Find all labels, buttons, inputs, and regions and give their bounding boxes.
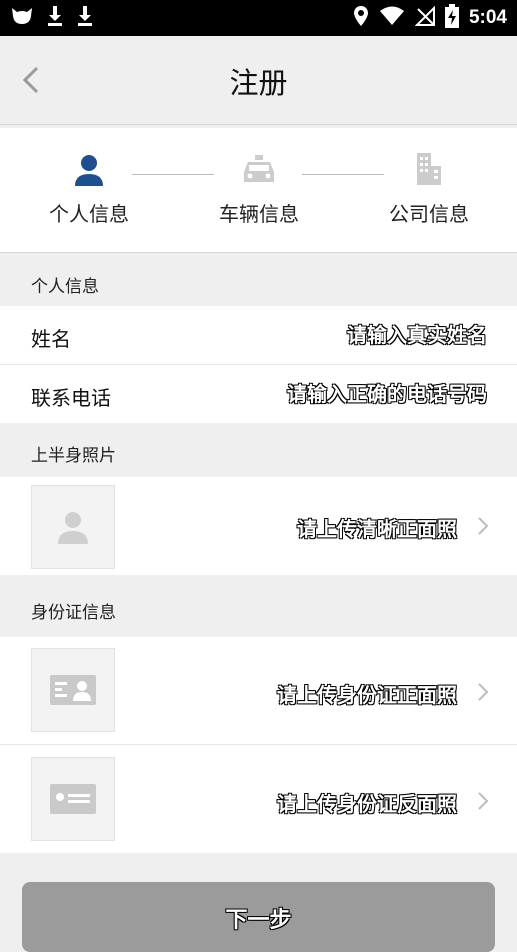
status-bar: 5:04 <box>0 0 517 36</box>
photo-thumbnail <box>31 485 115 569</box>
step-company-info: 公司信息 <box>354 150 504 227</box>
phone-label: 联系电话 <box>31 386 111 410</box>
next-step-button[interactable]: 下一步 <box>22 882 495 952</box>
id-front-upload-text: 请上传身份证正面照 <box>277 683 457 707</box>
page-title: 注册 <box>229 66 288 100</box>
battery-charging-icon <box>444 4 459 32</box>
upper-body-photo-upload[interactable]: 请上传清晰正面照 <box>0 477 517 575</box>
name-input[interactable] <box>207 318 487 352</box>
app-header: 注册 <box>0 36 517 125</box>
step-vehicle-info: 车辆信息 <box>184 150 334 227</box>
section-photo: 上半身照片 <box>0 429 517 477</box>
id-card-back-upload[interactable]: 请上传身份证反面照 <box>0 745 517 853</box>
section-id-card: 身份证信息 <box>0 583 517 637</box>
chevron-right-icon <box>478 792 489 810</box>
wifi-icon <box>379 6 405 30</box>
step-label: 车辆信息 <box>219 202 299 226</box>
id-front-thumbnail <box>31 648 115 732</box>
status-time: 5:04 <box>468 7 507 28</box>
step-label: 个人信息 <box>49 202 129 226</box>
building-icon <box>417 153 441 185</box>
id-card-back-icon <box>50 784 96 814</box>
download-icon <box>76 5 94 31</box>
step-personal-info: 个人信息 <box>14 150 164 227</box>
name-label: 姓名 <box>31 327 71 351</box>
no-sim-icon <box>414 5 435 30</box>
download-icon <box>46 5 64 31</box>
chevron-right-icon <box>478 683 489 701</box>
name-row: 姓名 <box>0 306 517 365</box>
section-personal-info: 个人信息 <box>0 258 517 311</box>
person-icon <box>75 155 103 186</box>
photo-upload-text: 请上传清晰正面照 <box>297 517 457 541</box>
id-back-upload-text: 请上传身份证反面照 <box>277 792 457 816</box>
phone-row: 联系电话 <box>0 365 517 423</box>
id-card-front-upload[interactable]: 请上传身份证正面照 <box>0 637 517 745</box>
chevron-right-icon <box>478 517 489 535</box>
location-icon <box>353 5 369 31</box>
cat-icon <box>10 6 34 30</box>
step-label: 公司信息 <box>389 202 469 226</box>
id-back-thumbnail <box>31 757 115 841</box>
next-step-label: 下一步 <box>225 908 292 933</box>
id-card-front-icon <box>50 675 96 705</box>
phone-input[interactable] <box>207 377 487 411</box>
car-icon <box>244 155 274 182</box>
person-placeholder-icon <box>58 512 88 544</box>
step-indicator: 个人信息 车辆信息 公司信息 <box>0 128 517 253</box>
